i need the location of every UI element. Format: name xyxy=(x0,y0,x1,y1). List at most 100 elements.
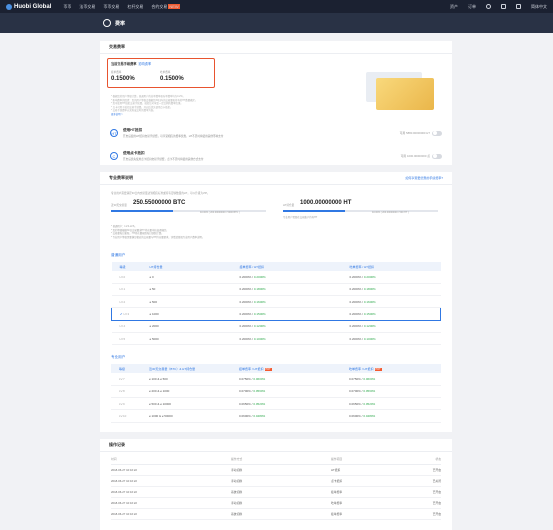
col-taker-label: 吃单费率 / HT抵扣 xyxy=(349,366,374,371)
vip-rules: * 普通用户：LV.0-LV.6。 * 您的等级根据30日交易量或HT持仓量中较… xyxy=(111,225,204,239)
level-label: LV.4 xyxy=(119,324,126,329)
taker-ht-rate: 0.1800% xyxy=(363,287,376,292)
maker-ht-rate: 0.0600% xyxy=(253,376,266,381)
assets-link[interactable]: 资产 xyxy=(450,4,458,10)
mobile-icon[interactable] xyxy=(516,4,521,9)
language-select[interactable]: 简体中文 xyxy=(531,4,547,10)
maker-rate: 0.0750% xyxy=(239,376,251,381)
nav-item-exchange[interactable]: 币币交易 xyxy=(103,4,119,10)
table-row: LV.5 ≥ 5000 0.2000% / 0.1000% 0.2000% / 0.1… xyxy=(111,332,441,346)
level-cell: LV.2 xyxy=(111,295,142,309)
maker-ht-rate: 0.0480% xyxy=(253,414,266,419)
history-time: 2018-06-27 10:16:22 xyxy=(111,508,231,520)
maker-ht-rate: 0.1800% xyxy=(253,287,266,292)
maker-rate: 0.0700% xyxy=(239,389,251,394)
level-cell: ✔LV.3 xyxy=(111,307,142,321)
taker-cell: 0.0700% / 0.0560% xyxy=(341,385,441,399)
history-row: 2018-06-27 10:16:22 系统切换 挂单费率 已开启 xyxy=(111,486,441,498)
condition-cell: ≥ 200 & ≥ 1000 xyxy=(141,385,231,399)
top-navbar: Huobi Global 币币 法币交易 币币交易 杠杆交易 合约交易 NEW 资… xyxy=(0,0,553,13)
ht-available: 可用 5880.00000000 HT xyxy=(399,131,430,135)
check-icon: ✔ xyxy=(120,312,123,317)
col-level: 等级 xyxy=(111,364,141,373)
user-icon[interactable] xyxy=(486,4,491,9)
level-label: LV.0 xyxy=(119,274,126,279)
maker-rate: 0.2000% xyxy=(239,312,252,317)
vip-header-title: 专业费率说明 xyxy=(109,175,133,180)
history-status: 已开启 xyxy=(421,508,441,520)
volume-value: 250.55000000 BTC xyxy=(133,200,186,206)
maker-cell: 0.2000% / 0.1000% xyxy=(231,332,342,346)
more-link[interactable]: 更多说明 > xyxy=(111,113,331,117)
history-row: 2018-06-27 10:16:22 手动切换 点卡抵扣 已关闭 xyxy=(111,475,441,487)
history-method: 系统切换 xyxy=(231,508,331,520)
level-cell: LV.1 xyxy=(111,283,142,297)
maker-ht-rate: 0.1000% xyxy=(253,336,266,341)
taker-ht-rate: 0.1200% xyxy=(363,324,376,329)
taker-rate: 0.2000% xyxy=(349,274,362,279)
current-rate-title: 当前交易手续费率 影响费率 xyxy=(111,61,151,66)
level-cell: LV.4 xyxy=(111,320,142,333)
vip-intro: 专业用户需要满足30日内交易量达到相应标准或持有足够数量的HT，可以升级为VIP… xyxy=(111,192,210,195)
logo[interactable]: Huobi Global xyxy=(6,3,51,10)
maker-cell: 0.0700% / 0.0560% xyxy=(231,385,341,399)
orders-link[interactable]: 订单 xyxy=(468,4,476,10)
col-taker: 吃单费率 / HT抵扣 HOT xyxy=(341,364,441,373)
ht-deduction-row: HT 使用HT抵扣 开启后使用HT抵扣交易手续费，可享受相应的费率优惠，HT不足… xyxy=(110,126,444,140)
fee-notes: * 根据您的用户等级计算，普通用户的挂单费率和吃单费率均为0.2%。 * 影响费… xyxy=(111,95,331,117)
ht-deduction-toggle[interactable] xyxy=(432,130,442,136)
taker-cell: 0.0600% / 0.0480% xyxy=(341,409,441,423)
maker-rate: 0.2000% xyxy=(239,336,252,341)
history-item: HT抵扣 xyxy=(331,464,421,476)
volume-progress-track xyxy=(111,210,266,212)
table-row: LV.8 ≥ 200 & ≥ 1000 0.0700% / 0.0560% 0.070… xyxy=(111,385,441,399)
ht-cell: ≥ 2000 xyxy=(141,320,232,333)
history-panel-header: 操作记录 xyxy=(100,439,452,452)
pro-users-title: 专业用户 xyxy=(111,355,126,359)
maker-ht-rate: 0.1600% xyxy=(253,299,266,304)
col-level: 等级 xyxy=(111,262,142,271)
ht-deduction-title: 使用HT抵扣 xyxy=(123,128,143,132)
vip-how-link[interactable]: 如何享受更优惠的手续费率? xyxy=(405,176,443,180)
taker-cell: 0.2000% / 0.1500% xyxy=(341,307,441,321)
rate-factor-link[interactable]: 影响费率 xyxy=(139,62,152,66)
taker-rate: 0.0700% xyxy=(349,389,361,394)
maker-cell: 0.2000% / 0.1800% xyxy=(231,283,342,297)
history-time: 2018-06-27 10:16:22 xyxy=(111,464,231,476)
nav-item-coins[interactable]: 币币 xyxy=(63,4,71,10)
taker-rate: 0.2000% xyxy=(349,336,362,341)
maker-value: 0.1500% xyxy=(111,76,135,82)
ht-note: 专业用户需要在交易账户持有HT xyxy=(283,216,318,219)
taker-rate: 0.0600% xyxy=(349,414,361,419)
history-method: 系统切换 xyxy=(231,486,331,498)
maker-cell: 0.2000% / 0.1500% xyxy=(231,307,342,321)
point-card-desc: 开启后优先使用点卡抵扣交易手续费，点卡不足时将使用其他方式支付 xyxy=(123,158,204,161)
taker-ht-rate: 0.1000% xyxy=(363,336,376,341)
taker-value: 0.1500% xyxy=(160,76,184,82)
table-row: LV.10 ≥ 1000 & ≥ 50000 0.0600% / 0.0480% 0.… xyxy=(111,409,441,423)
ht-progress-fill xyxy=(283,210,345,212)
fee-panel-header: 交易费率 xyxy=(100,41,452,54)
col-maker: 挂单费率 / HT抵扣 xyxy=(231,262,342,271)
col-condition: 近30天交易量（BTC）& HT持仓量 xyxy=(141,364,231,373)
taker-rate: 0.2000% xyxy=(349,312,362,317)
taker-rate: 0.0650% xyxy=(349,401,361,406)
pro-fee-table: 等级 近30天交易量（BTC）& HT持仓量 挂单费率 / HT抵扣 HOT 吃单… xyxy=(111,364,441,423)
maker-cell: 0.2000% / 0.1600% xyxy=(231,295,342,309)
col-maker: 挂单费率 / HT抵扣 HOT xyxy=(231,364,341,373)
hot-badge: HOT xyxy=(264,367,272,371)
history-status: 已关闭 xyxy=(421,475,441,487)
table-row: ✔LV.3 ≥ 1000 0.2000% / 0.1500% 0.2000% / 0.… xyxy=(111,307,441,321)
nav-item-margin[interactable]: 杠杆交易 xyxy=(127,4,143,10)
col-time: 时间 xyxy=(111,455,231,465)
nav-item-otc[interactable]: 法币交易 xyxy=(79,4,95,10)
point-card-toggle[interactable] xyxy=(432,153,442,159)
history-time: 2018-06-27 10:16:22 xyxy=(111,497,231,509)
maker-ht-rate: 0.2000% xyxy=(253,274,266,279)
nav-item-contract[interactable]: 合约交易 NEW xyxy=(151,3,180,10)
bell-icon[interactable] xyxy=(501,4,506,9)
fee-icon xyxy=(103,19,111,27)
level-label: LV.5 xyxy=(119,336,126,341)
maker-rate: 0.2000% xyxy=(239,324,252,329)
ht-cell: ≥ 50 xyxy=(141,283,232,297)
